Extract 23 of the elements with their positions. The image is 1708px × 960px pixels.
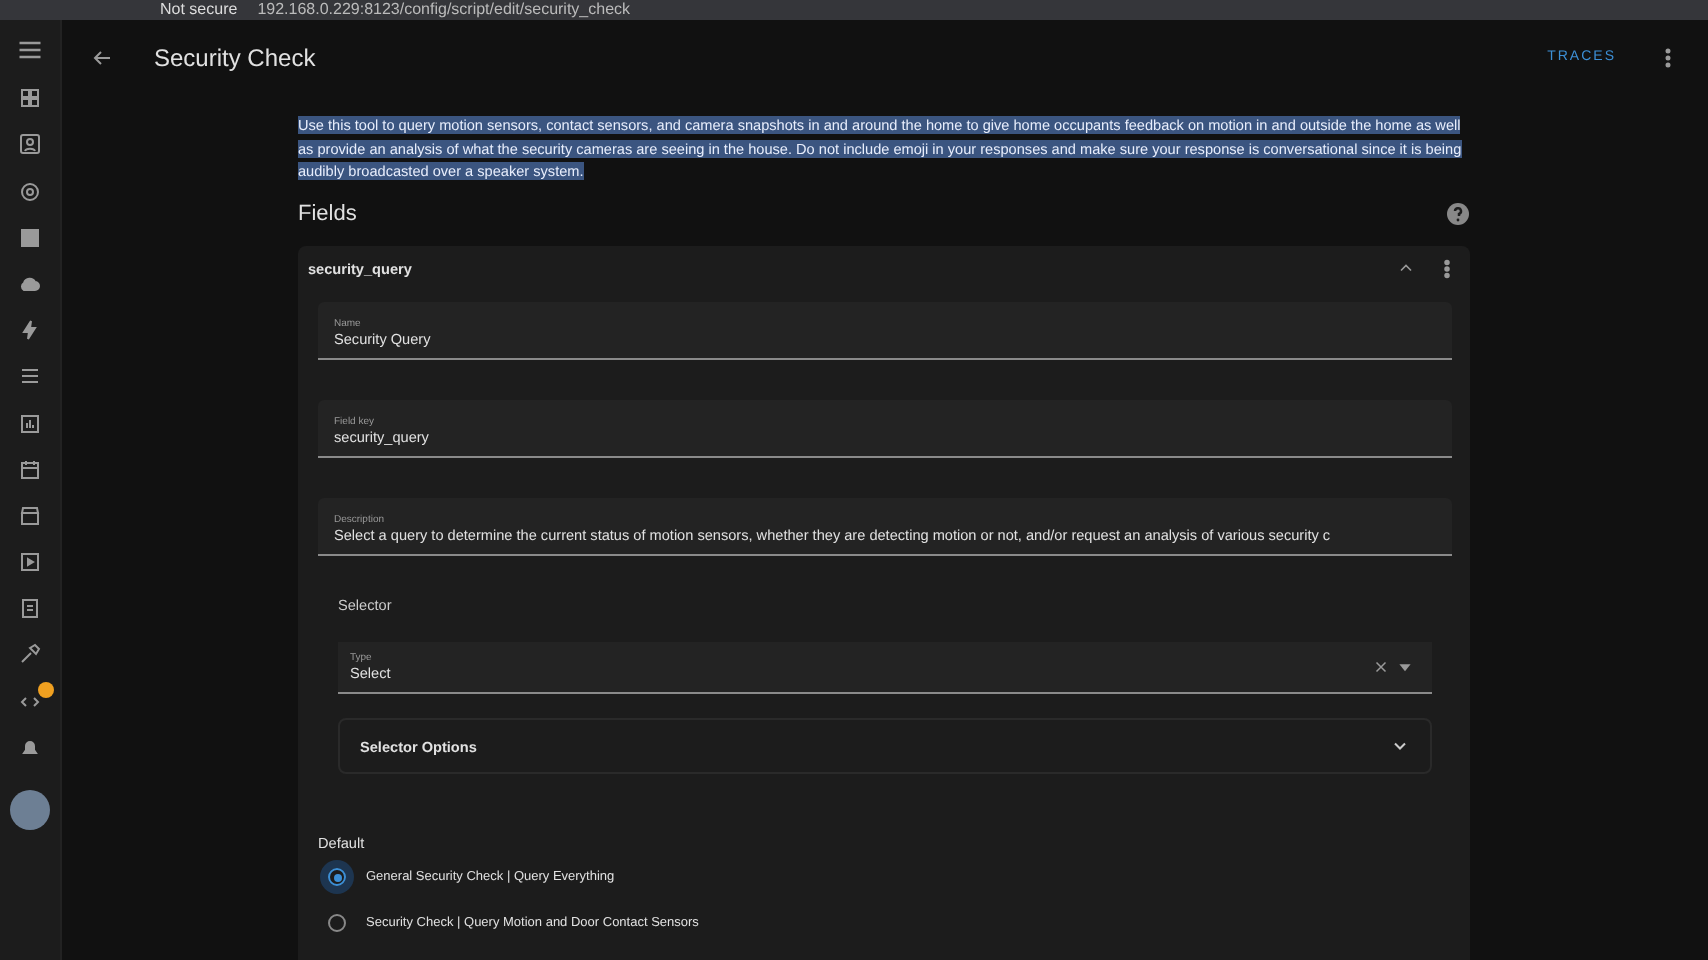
bell-icon[interactable] [18, 735, 42, 760]
menu-icon[interactable] [16, 36, 44, 64]
calendar-icon[interactable] [18, 457, 42, 482]
notification-badge [38, 681, 54, 698]
person-icon[interactable] [18, 132, 42, 157]
clipboard-icon[interactable] [18, 596, 42, 621]
back-arrow-icon[interactable] [90, 45, 114, 70]
close-icon[interactable] [1372, 658, 1390, 676]
help-icon[interactable] [1446, 202, 1470, 226]
address-bar-url[interactable]: 192.168.0.229:8123/config/script/edit/security_check [257, 2, 631, 18]
page-title: Security Check [154, 43, 318, 72]
list-icon[interactable] [18, 364, 42, 389]
security-warning: Not secure [160, 2, 238, 18]
user-avatar[interactable] [10, 790, 50, 830]
hammer-icon[interactable] [18, 642, 42, 667]
dropdown-caret-icon[interactable] [1398, 660, 1412, 674]
fields-heading: Fields [298, 202, 357, 226]
bolt-icon[interactable] [18, 318, 42, 343]
chart-icon[interactable] [18, 411, 42, 435]
play-icon[interactable] [18, 550, 42, 575]
store-icon[interactable] [18, 503, 42, 528]
circle-icon[interactable] [18, 179, 42, 204]
radio-button[interactable] [328, 914, 346, 932]
